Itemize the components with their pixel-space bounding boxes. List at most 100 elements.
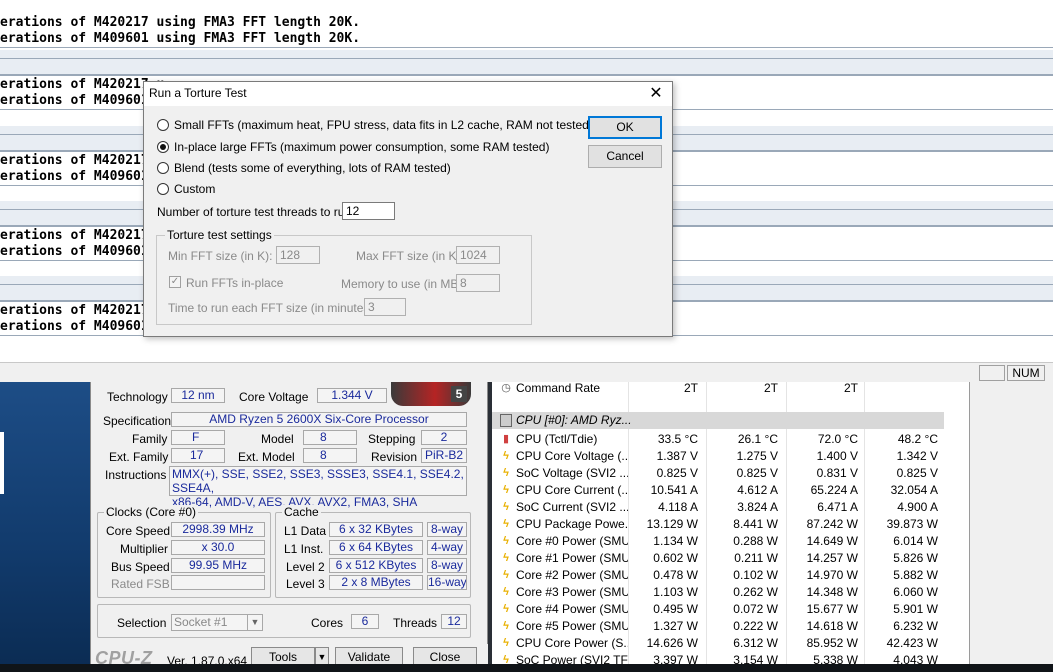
- sensor-name: Core #0 Power (SMU): [516, 534, 628, 548]
- sensor-name: Core #3 Power (SMU): [516, 585, 628, 599]
- sensor-avg: 6.014 W: [893, 534, 938, 548]
- option-label: Blend (tests some of everything, lots of…: [174, 161, 451, 175]
- dialog-title: Run a Torture Test: [149, 86, 247, 100]
- sensor-current: 2T: [683, 382, 698, 395]
- sensor-row[interactable]: ϟ Core #5 Power (SMU) 1.327 W 0.222 W 14.618…: [492, 618, 964, 635]
- max-fft-input[interactable]: [456, 246, 500, 264]
- threads-label: Number of torture test threads to run:: [157, 205, 355, 219]
- sensor-name: Command Rate: [516, 382, 601, 395]
- sensor-avg: 4.900 A: [897, 500, 938, 514]
- radio-button[interactable]: [157, 162, 169, 174]
- sensor-row[interactable]: ϟ SoC Voltage (SVI2 ... 0.825 V 0.825 V 0.83…: [492, 465, 964, 482]
- sensor-row[interactable]: ϟ Core #4 Power (SMU) 0.495 W 0.072 W 15.677…: [492, 601, 964, 618]
- sensor-row[interactable]: ▮ CPU (Tctl/Tdie) 33.5 °C 26.1 °C 72.0 °C 48.…: [492, 431, 964, 448]
- sensor-max: 1.400 V: [816, 449, 858, 463]
- sensor-group-header[interactable]: CPU [#0]: AMD Ryz...: [492, 412, 944, 429]
- socket-select[interactable]: Socket #1 ▼: [171, 614, 263, 631]
- sensor-max: 65.224 A: [810, 483, 858, 497]
- memory-input[interactable]: [456, 274, 500, 292]
- threads-label: Threads: [393, 616, 438, 630]
- sensor-name: CPU Core Current (...: [516, 483, 628, 497]
- chevron-down-icon: ▼: [247, 615, 262, 630]
- lightning-bolt-icon: ϟ: [503, 603, 509, 615]
- sensor-min: 6.312 W: [733, 636, 778, 650]
- sensor-row[interactable]: ϟ CPU Core Power (S... 14.626 W 6.312 W 85.9…: [492, 635, 964, 652]
- family-value: F: [171, 430, 225, 445]
- desktop-icon[interactable]: [0, 432, 4, 494]
- rated-fsb-value: [171, 575, 265, 590]
- run-inplace-checkbox[interactable]: ✓: [169, 276, 181, 288]
- sensor-row-command-rate[interactable]: ◷ Command Rate 2T 2T 2T: [492, 382, 964, 397]
- worker-log-line: erations of M409601 using FMA3 FFT lengt…: [0, 31, 361, 46]
- sensor-min: 0.072 W: [733, 602, 778, 616]
- specification-value: AMD Ryzen 5 2600X Six-Core Processor: [171, 412, 467, 427]
- stepping-value: 2: [421, 430, 467, 445]
- l1-inst-label: L1 Inst.: [284, 542, 324, 556]
- close-icon[interactable]: ✕: [646, 84, 666, 104]
- level3-label: Level 3: [286, 577, 325, 591]
- l1-inst-value: 6 x 64 KBytes: [329, 540, 423, 555]
- option-label: Custom: [174, 182, 216, 196]
- sensor-row[interactable]: ϟ Core #2 Power (SMU) 0.478 W 0.102 W 14.970…: [492, 567, 964, 584]
- sensor-row[interactable]: ϟ Core #1 Power (SMU) 0.602 W 0.211 W 14.257…: [492, 550, 964, 567]
- sensor-max: 72.0 °C: [817, 432, 858, 446]
- sensor-current: 10.541 A: [650, 483, 698, 497]
- radio-button[interactable]: [157, 119, 169, 131]
- lightning-bolt-icon: ϟ: [503, 484, 509, 496]
- min-fft-input[interactable]: [276, 246, 320, 264]
- cpu-chip-icon: [500, 414, 512, 427]
- sensor-min: 0.211 W: [734, 551, 778, 565]
- core-voltage-label: Core Voltage: [239, 390, 309, 404]
- sensor-min: 4.612 A: [737, 483, 778, 497]
- sensor-current: 14.626 W: [646, 636, 698, 650]
- worker-log-line: erations of M420217 using FMA3 FFT lengt…: [0, 15, 361, 30]
- sensor-row[interactable]: ϟ CPU Core Current (... 10.541 A 4.612 A 65.…: [492, 482, 964, 499]
- max-fft-label: Max FFT size (in K):: [356, 249, 464, 263]
- sensor-max: 15.677 W: [806, 602, 858, 616]
- lightning-bolt-icon: ϟ: [503, 501, 509, 513]
- threads-input[interactable]: [342, 202, 395, 220]
- cores-value: 6: [351, 614, 379, 629]
- sensor-name: CPU Core Voltage (...: [516, 449, 628, 463]
- sensor-current: 0.495 W: [653, 602, 698, 616]
- cache-group-title: Cache: [282, 505, 321, 519]
- sensor-row[interactable]: ϟ Core #0 Power (SMU) 1.134 W 0.288 W 14.649…: [492, 533, 964, 550]
- sensor-row[interactable]: ϟ SoC Current (SVI2 ... 4.118 A 3.824 A 6.47…: [492, 499, 964, 516]
- technology-value: 12 nm: [171, 388, 225, 403]
- ok-button[interactable]: OK: [588, 116, 662, 139]
- time-input[interactable]: [364, 298, 406, 316]
- lightning-bolt-icon: ϟ: [503, 535, 509, 547]
- sensor-row[interactable]: ϟ CPU Package Powe... 13.129 W 8.441 W 87.24…: [492, 516, 964, 533]
- min-fft-label: Min FFT size (in K):: [168, 249, 273, 263]
- sensor-max: 14.970 W: [806, 568, 858, 582]
- threads-value: 12: [441, 614, 467, 629]
- cancel-button[interactable]: Cancel: [588, 145, 662, 168]
- hwinfo-sensor-window: ◷ Command Rate 2T 2T 2T CPU [#0]: AMD Ry…: [492, 382, 970, 672]
- instructions-label: Instructions: [105, 468, 167, 482]
- sensor-name: SoC Current (SVI2 ...: [516, 500, 628, 514]
- sensor-current: 1.134 W: [653, 534, 698, 548]
- time-label: Time to run each FFT size (in minutes):: [168, 301, 377, 315]
- sensor-max: 87.242 W: [806, 517, 858, 531]
- multiplier-label: Multiplier: [120, 542, 169, 556]
- sensor-row[interactable]: ϟ Core #3 Power (SMU) 1.103 W 0.262 W 14.348…: [492, 584, 964, 601]
- sensor-current: 0.478 W: [653, 568, 698, 582]
- sensor-name: Core #5 Power (SMU): [516, 619, 628, 633]
- sensor-current: 13.129 W: [646, 517, 698, 531]
- worker-output: erations of M420217 using FMA3 FFT lengt…: [0, 0, 1053, 48]
- sensor-avg: 42.423 W: [886, 636, 938, 650]
- ext-family-value: 17: [171, 448, 225, 463]
- dialog-titlebar: Run a Torture Test ✕: [144, 82, 672, 106]
- clocks-group-title: Clocks (Core #0): [104, 505, 199, 519]
- sensor-avg: 39.873 W: [886, 517, 938, 531]
- sensor-row[interactable]: ϟ CPU Core Voltage (... 1.387 V 1.275 V 1.40…: [492, 448, 964, 465]
- taskbar: [0, 664, 1053, 672]
- lightning-bolt-icon: ϟ: [503, 637, 509, 649]
- option-label: Small FFTs (maximum heat, FPU stress, da…: [174, 118, 626, 132]
- radio-button[interactable]: [157, 141, 169, 153]
- sensor-name: Core #4 Power (SMU): [516, 602, 628, 616]
- instructions-value: MMX(+), SSE, SSE2, SSE3, SSSE3, SSE4.1, …: [169, 466, 467, 509]
- sensor-min: 8.441 W: [733, 517, 778, 531]
- radio-button[interactable]: [157, 183, 169, 195]
- lightning-bolt-icon: ϟ: [503, 569, 509, 581]
